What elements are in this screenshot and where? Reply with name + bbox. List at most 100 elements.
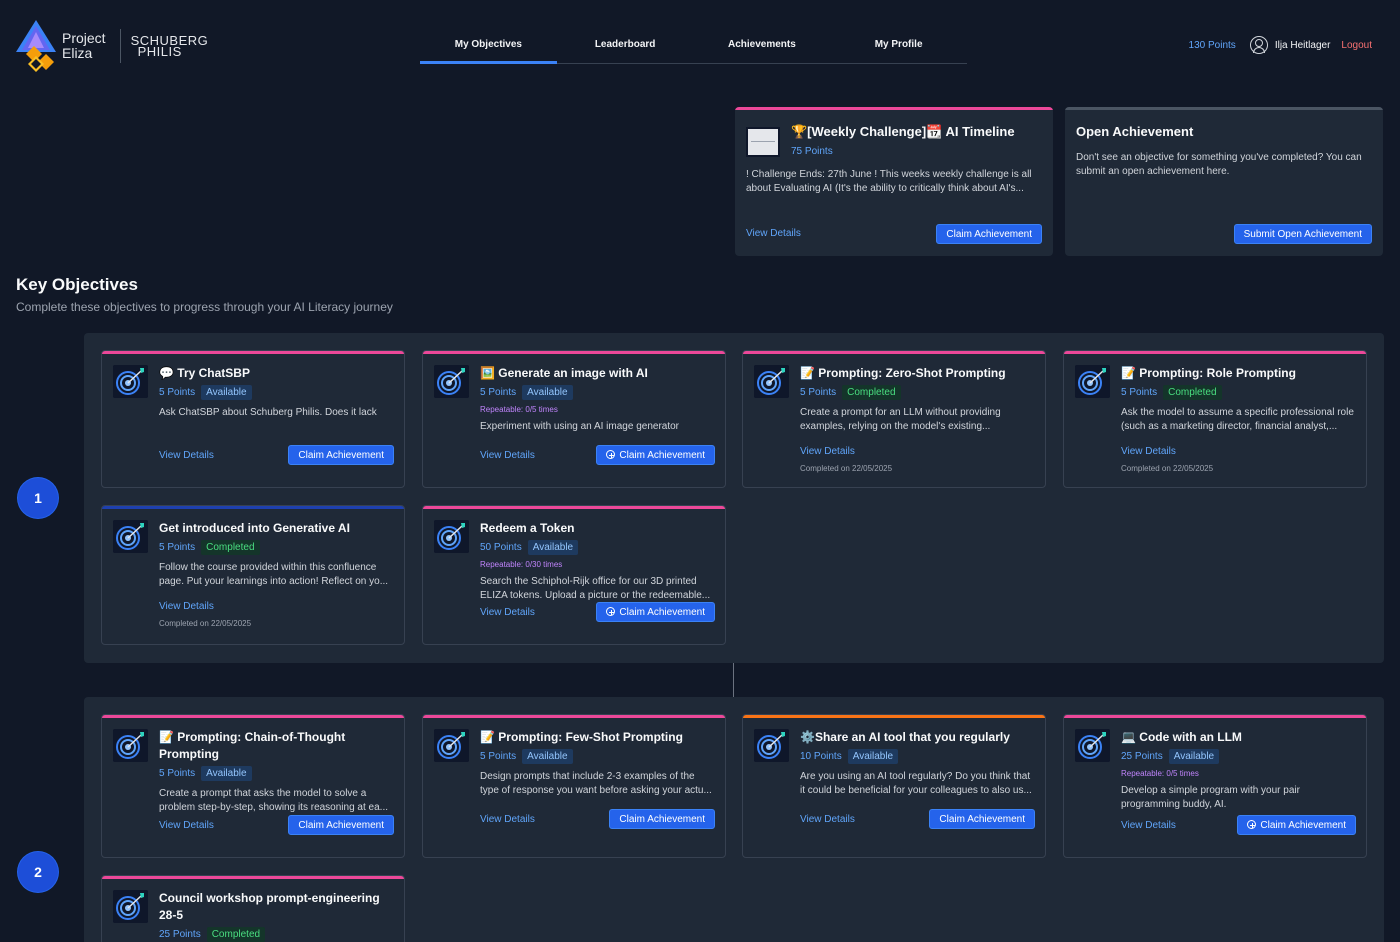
plus-circle-icon: [1247, 820, 1257, 829]
claim-achievement-button[interactable]: Claim Achievement: [1237, 815, 1356, 835]
view-details-link[interactable]: View Details: [480, 814, 535, 825]
objective-title: 📝 Prompting: Zero-Shot Prompting: [800, 366, 1006, 380]
claim-achievement-button[interactable]: Claim Achievement: [288, 815, 394, 835]
objective-meta: 10 Points Available: [800, 749, 1035, 764]
view-details-link[interactable]: View Details: [159, 820, 214, 831]
objective-description: Ask the model to assume a specific profe…: [1121, 407, 1354, 432]
card-content: Get introduced into Generative AI 5 Point…: [159, 520, 394, 628]
tab-my-objectives[interactable]: My Objectives: [420, 28, 557, 64]
card-accent-bar: [423, 506, 725, 509]
repeatable-count: Repeatable: 0/5 times: [1121, 769, 1199, 778]
view-details-link[interactable]: View Details: [800, 446, 1035, 457]
card-content: Council workshop prompt-engineering 28-5…: [159, 890, 394, 942]
objective-card: 📝 Prompting: Zero-Shot Prompting 5 Points…: [742, 350, 1046, 488]
target-icon: [434, 729, 469, 762]
card-accent-bar: [102, 351, 404, 354]
card-accent-bar: [102, 506, 404, 509]
tab-my-profile[interactable]: My Profile: [830, 28, 967, 63]
objective-title: Council workshop prompt-engineering 28-5: [159, 891, 380, 922]
target-icon: [754, 729, 789, 762]
card-accent-bar: [1064, 351, 1366, 354]
target-icon: [113, 520, 148, 553]
status-badge: Available: [1168, 749, 1220, 764]
claim-achievement-button[interactable]: Claim Achievement: [929, 809, 1035, 829]
objective-card: 📝 Prompting: Chain-of-Thought Prompting 5…: [101, 714, 405, 858]
objective-points: 10 Points: [800, 751, 842, 762]
target-icon: [1075, 365, 1110, 398]
objective-meta: 25 Points Completed: [159, 927, 394, 942]
logout-link[interactable]: Logout: [1341, 40, 1372, 51]
claim-weekly-achievement-button[interactable]: Claim Achievement: [936, 224, 1042, 244]
objective-description: Design prompts that include 2-3 examples…: [480, 771, 712, 796]
status-badge: Completed: [1163, 385, 1222, 400]
submit-open-achievement-button[interactable]: Submit Open Achievement: [1233, 224, 1372, 244]
objective-points: 50 Points: [480, 542, 522, 553]
objective-title: Get introduced into Generative AI: [159, 521, 350, 535]
view-details-link[interactable]: View Details: [480, 607, 535, 618]
objective-card: 💻 Code with an LLM 25 Points Available Repe…: [1063, 714, 1367, 858]
app-logo[interactable]: Project Eliza SCHUBERG PHILIS: [14, 18, 208, 74]
view-details-link[interactable]: View Details: [159, 450, 214, 461]
objective-title: 🖼️ Generate an image with AI: [480, 366, 648, 380]
view-details-link[interactable]: View Details: [1121, 446, 1356, 457]
card-content: 🖼️ Generate an image with AI 5 Points Avai…: [480, 365, 715, 434]
target-icon: [434, 520, 469, 553]
completed-date: Completed on 22/05/2025: [800, 464, 893, 473]
group-connector: [733, 663, 734, 697]
objective-card: ⚙️Share an AI tool that you regularly 10 …: [742, 714, 1046, 858]
target-icon: [1075, 729, 1110, 762]
objective-card: Get introduced into Generative AI 5 Point…: [101, 505, 405, 645]
objective-meta: 5 Points Completed: [800, 385, 1035, 400]
status-badge: Completed: [206, 927, 266, 942]
view-details-link[interactable]: View Details: [800, 814, 855, 825]
view-details-link[interactable]: View Details: [159, 601, 394, 612]
objective-description: Are you using an AI tool regularly? Do y…: [800, 771, 1032, 796]
status-badge: Completed: [201, 540, 260, 555]
user-name[interactable]: Ilja Heitlager: [1275, 40, 1331, 51]
objective-title: ⚙️Share an AI tool that you regularly: [800, 730, 1010, 744]
status-badge: Available: [522, 385, 573, 400]
objective-description: Create a prompt for an LLM without provi…: [800, 407, 1001, 432]
card-accent-bar: [423, 715, 725, 718]
card-accent-bar: [102, 876, 404, 879]
view-details-link[interactable]: View Details: [1121, 820, 1176, 831]
view-details-link[interactable]: View Details: [480, 450, 535, 461]
objective-points: 5 Points: [159, 387, 196, 398]
claim-achievement-button[interactable]: Claim Achievement: [596, 602, 715, 622]
claim-label: Claim Achievement: [1260, 820, 1346, 831]
card-accent-bar: [743, 351, 1045, 354]
open-achievement-description: Don't see an objective for something you…: [1076, 152, 1362, 177]
tab-achievements[interactable]: Achievements: [694, 28, 831, 63]
card-content: 💬 Try ChatSBP 5 Points Available Ask ChatSB…: [159, 365, 394, 420]
card-accent-bar: [743, 715, 1045, 718]
card-accent-bar: [735, 107, 1053, 110]
logo-line1: Project: [62, 30, 106, 46]
status-badge: Available: [201, 766, 252, 781]
objective-points: 25 Points: [1121, 751, 1163, 762]
objective-meta: 50 Points Available: [480, 540, 715, 555]
card-accent-bar: [102, 715, 404, 718]
target-icon: [113, 890, 148, 923]
objective-card: 📝 Prompting: Role Prompting 5 Points Compl…: [1063, 350, 1367, 488]
objective-meta: 5 Points Available: [159, 385, 394, 400]
challenge-view-details-link[interactable]: View Details: [746, 228, 801, 239]
plus-circle-icon: [606, 607, 616, 616]
claim-achievement-button[interactable]: Claim Achievement: [609, 809, 715, 829]
objective-description: Ask ChatSBP about Schuberg Philis. Does …: [159, 407, 377, 418]
objective-card: 📝 Prompting: Few-Shot Prompting 5 Points A…: [422, 714, 726, 858]
card-content: Redeem a Token 50 Points Available Repeatab…: [480, 520, 715, 603]
claim-achievement-button[interactable]: Claim Achievement: [288, 445, 394, 465]
status-badge: Completed: [842, 385, 901, 400]
user-avatar-icon[interactable]: [1249, 36, 1268, 54]
logo-divider: [119, 29, 121, 63]
objective-meta: 5 Points Available: [480, 385, 715, 400]
tab-leaderboard[interactable]: Leaderboard: [557, 28, 694, 63]
objective-card: Council workshop prompt-engineering 28-5…: [101, 875, 405, 942]
card-accent-bar: [1064, 715, 1366, 718]
objective-title: 📝 Prompting: Role Prompting: [1121, 366, 1296, 380]
objective-meta: 25 Points Available: [1121, 749, 1356, 764]
objective-description: Follow the course provided within this c…: [159, 562, 389, 587]
step-2-badge: 2: [18, 852, 58, 892]
claim-achievement-button[interactable]: Claim Achievement: [596, 445, 715, 465]
claim-label: Claim Achievement: [298, 450, 384, 461]
